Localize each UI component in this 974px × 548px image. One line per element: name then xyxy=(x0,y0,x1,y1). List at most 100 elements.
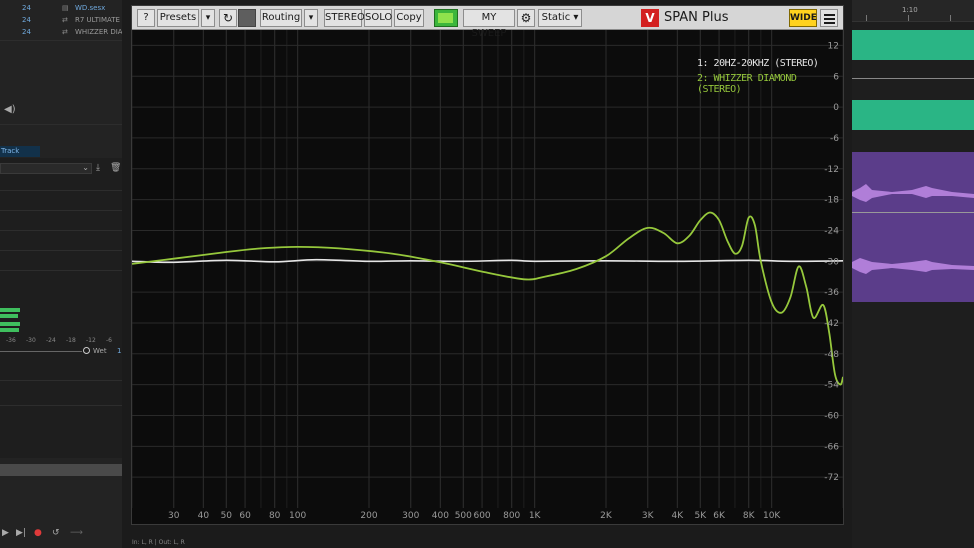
x-tick-label: 3K xyxy=(642,511,655,521)
x-tick-label: 300 xyxy=(402,511,419,521)
x-tick-label: 8K xyxy=(743,511,756,521)
speaker-icon[interactable]: ◀) xyxy=(4,104,16,115)
loop-icon[interactable]: ↺ xyxy=(52,528,60,538)
stereo-button[interactable]: STEREO xyxy=(324,9,365,27)
x-tick-label: 80 xyxy=(269,511,281,521)
x-tick-label: 50 xyxy=(221,511,233,521)
divider xyxy=(0,250,122,251)
x-tick-label: 1K xyxy=(529,511,542,521)
x-tick-label: 600 xyxy=(473,511,490,521)
download-icon[interactable]: ⤓ xyxy=(96,163,100,173)
y-tick-label: -60 xyxy=(824,411,839,421)
track-row[interactable]: 24 ▤ WD.sesx xyxy=(0,2,122,14)
divider xyxy=(0,210,122,211)
y-tick-label: 12 xyxy=(828,41,839,51)
divider xyxy=(0,405,122,406)
track-row[interactable]: 24 ⇄ R7 ULTIMATE xyxy=(0,14,122,26)
meter-scale-label: -24 xyxy=(46,337,56,344)
track-row[interactable]: 24 ⇄ WHIZZER DIAM xyxy=(0,26,122,38)
spectrum-graph[interactable]: 12 6 0 -6 -12 -18 -24 -30 -36 -42 -48 -54 -60 -66 -72 3… xyxy=(131,30,844,524)
clip-line xyxy=(852,78,974,79)
x-tick-label: 5K xyxy=(694,511,707,521)
audio-clip[interactable] xyxy=(852,100,974,130)
audio-clip[interactable] xyxy=(852,152,974,232)
audio-clip[interactable] xyxy=(852,232,974,302)
refresh-icon[interactable]: ↻ xyxy=(219,9,237,27)
enable-toggle-button[interactable] xyxy=(434,9,458,27)
spectrum-chart[interactable]: 12 60 -6 -12 -18 -24 -30 -36 -42 -48 -54 -60 -66 -72 3… xyxy=(131,30,844,524)
x-tick-label: 800 xyxy=(503,511,520,521)
ruler-tick xyxy=(908,15,909,21)
meter-scale-label: -36 xyxy=(6,337,16,344)
wet-slider-knob[interactable] xyxy=(83,347,90,354)
y-tick-label: -24 xyxy=(824,226,839,236)
legend-entry-1: 1: 20HZ-20KHZ (STEREO) xyxy=(697,58,819,69)
waveform-icon: ⇄ xyxy=(62,16,68,24)
ruler-tick xyxy=(950,15,951,21)
presets-dropdown-icon[interactable]: ▾ xyxy=(201,9,215,27)
meter-scale-label: -30 xyxy=(26,337,36,344)
wide-button[interactable]: WIDE xyxy=(789,9,817,27)
y-tick-label: -18 xyxy=(824,196,839,206)
wet-slider-track[interactable] xyxy=(0,351,82,352)
chevron-down-icon: ⌄ xyxy=(82,163,89,172)
x-tick-label: 30 xyxy=(168,511,180,521)
level-meter-right xyxy=(0,322,20,326)
help-button[interactable]: ? xyxy=(137,9,155,27)
routing-dropdown-icon[interactable]: ▾ xyxy=(304,9,318,27)
x-tick-label: 60 xyxy=(239,511,251,521)
routing-button[interactable]: Routing xyxy=(260,9,302,27)
timeline-ruler[interactable]: 1:10 xyxy=(852,0,974,22)
preset-dropdown[interactable]: ⌄ xyxy=(0,163,92,174)
track-number: 24 xyxy=(22,28,31,36)
tab-track-effects[interactable]: Track Effects xyxy=(0,146,40,166)
status-bar: In: L, R | Out: L, R xyxy=(122,538,852,548)
track-icon: ▤ xyxy=(62,4,69,12)
y-tick-label: 0 xyxy=(833,103,839,113)
track-name: WD.sesx xyxy=(75,4,106,12)
wet-label: Wet xyxy=(93,347,107,355)
static-dropdown[interactable]: Static ▾ xyxy=(538,9,582,27)
skip-icon[interactable]: ⟶ xyxy=(70,528,83,538)
trash-icon[interactable]: 🗑 xyxy=(110,163,121,173)
divider xyxy=(0,124,122,125)
y-tick-label: -54 xyxy=(824,381,839,391)
x-tick-label: 400 xyxy=(432,511,449,521)
record-icon[interactable]: ● xyxy=(34,528,42,538)
timeline-label: 1:10 xyxy=(902,6,918,14)
y-tick-label: -30 xyxy=(824,257,839,267)
skip-end-icon[interactable]: ▶| xyxy=(16,528,26,538)
span-plugin-window: ? Presets ▾ ↻ Routing ▾ STEREO SOLO Copy… xyxy=(131,5,844,525)
y-tick-label: -48 xyxy=(824,350,839,360)
toggle-indicator xyxy=(438,13,453,23)
track-number: 24 xyxy=(22,16,31,24)
host-timeline-panel: 1:10 xyxy=(852,0,974,548)
hold-toggle-button[interactable] xyxy=(238,9,256,27)
scrollbar[interactable] xyxy=(0,464,122,476)
host-left-panel: 24 ▤ WD.sesx 24 ⇄ R7 ULTIMATE 24 ⇄ WHIZZ… xyxy=(0,0,122,548)
presets-button[interactable]: Presets xyxy=(157,9,199,27)
level-meter-left xyxy=(0,314,18,318)
legend-entry-2: 2: WHIZZER DIAMOND (STEREO) xyxy=(697,73,797,95)
audio-clip[interactable] xyxy=(852,30,974,60)
ruler-tick xyxy=(866,15,867,21)
waveform-icon xyxy=(852,184,974,202)
track-number: 24 xyxy=(22,4,31,12)
wet-value: 1 xyxy=(117,347,122,355)
divider xyxy=(0,380,122,381)
x-tick-label: 6K xyxy=(713,511,726,521)
copy-button[interactable]: Copy xyxy=(394,9,424,27)
track-name: WHIZZER DIAM xyxy=(75,28,122,36)
menu-icon[interactable] xyxy=(820,9,838,27)
my-sweep-button[interactable]: MY SWEEP xyxy=(463,9,515,39)
divider xyxy=(0,190,122,191)
waveform-icon xyxy=(852,258,974,274)
app-root: 24 ▤ WD.sesx 24 ⇄ R7 ULTIMATE 24 ⇄ WHIZZ… xyxy=(0,0,974,548)
play-icon[interactable]: ▶ xyxy=(2,528,9,538)
y-tick-label: -72 xyxy=(824,473,839,483)
x-tick-label: 500 xyxy=(455,511,472,521)
y-tick-label: -36 xyxy=(824,288,839,298)
waveform-icon: ⇄ xyxy=(62,28,68,36)
gear-icon[interactable]: ⚙ xyxy=(517,9,535,27)
solo-button[interactable]: SOLO xyxy=(364,9,392,27)
